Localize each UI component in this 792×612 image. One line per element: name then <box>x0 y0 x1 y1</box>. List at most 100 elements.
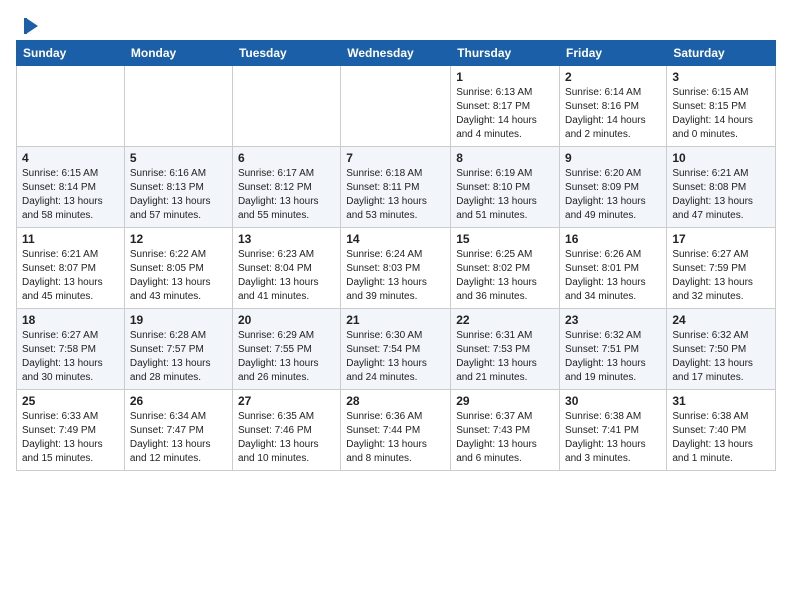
calendar-cell: 10Sunrise: 6:21 AM Sunset: 8:08 PM Dayli… <box>667 147 776 228</box>
day-info: Sunrise: 6:30 AM Sunset: 7:54 PM Dayligh… <box>346 329 445 385</box>
day-info: Sunrise: 6:18 AM Sunset: 8:11 PM Dayligh… <box>346 167 445 223</box>
day-number: 23 <box>565 313 661 327</box>
day-number: 17 <box>672 232 770 246</box>
col-header-thursday: Thursday <box>451 41 560 66</box>
day-info: Sunrise: 6:32 AM Sunset: 7:50 PM Dayligh… <box>672 329 770 385</box>
day-number: 27 <box>238 394 335 408</box>
day-info: Sunrise: 6:37 AM Sunset: 7:43 PM Dayligh… <box>456 410 554 466</box>
calendar-cell: 12Sunrise: 6:22 AM Sunset: 8:05 PM Dayli… <box>124 228 232 309</box>
day-info: Sunrise: 6:13 AM Sunset: 8:17 PM Dayligh… <box>456 86 554 142</box>
calendar-week-row: 25 Sunrise: 6:33 AM Sunset: 7:49 PM Dayli… <box>17 390 776 471</box>
day-info: Sunrise: 6:14 AM Sunset: 8:16 PM Dayligh… <box>565 86 661 142</box>
day-number: 8 <box>456 151 554 165</box>
day-info: Sunrise: 6:19 AM Sunset: 8:10 PM Dayligh… <box>456 167 554 223</box>
day-number: 2 <box>565 70 661 84</box>
calendar-cell: 27 Sunrise: 6:35 AM Sunset: 7:46 PM Dayli… <box>232 390 340 471</box>
calendar-cell: 4 Sunrise: 6:15 AM Sunset: 8:14 PM Daylig… <box>17 147 125 228</box>
calendar-cell: 13 Sunrise: 6:23 AM Sunset: 8:04 PM Dayli… <box>232 228 340 309</box>
calendar-cell: 30 Sunrise: 6:38 AM Sunset: 7:41 PM Dayli… <box>560 390 667 471</box>
page-header <box>16 16 776 32</box>
day-number: 26 <box>130 394 227 408</box>
day-info: Sunrise: 6:26 AM Sunset: 8:01 PM Dayligh… <box>565 248 661 304</box>
calendar-cell <box>232 66 340 147</box>
day-info: Sunrise: 6:38 AM Sunset: 7:41 PM Dayligh… <box>565 410 661 466</box>
day-number: 25 <box>22 394 119 408</box>
day-number: 3 <box>672 70 770 84</box>
day-info: Sunrise: 6:29 AM Sunset: 7:55 PM Dayligh… <box>238 329 335 385</box>
day-number: 11 <box>22 232 119 246</box>
day-info: Sunrise: 6:24 AM Sunset: 8:03 PM Dayligh… <box>346 248 445 304</box>
day-number: 4 <box>22 151 119 165</box>
day-info: Sunrise: 6:15 AM Sunset: 8:14 PM Dayligh… <box>22 167 119 223</box>
calendar-cell: 31 Sunrise: 6:38 AM Sunset: 7:40 PM Dayli… <box>667 390 776 471</box>
day-number: 15 <box>456 232 554 246</box>
calendar-table: SundayMondayTuesdayWednesdayThursdayFrid… <box>16 40 776 471</box>
calendar-week-row: 1Sunrise: 6:13 AM Sunset: 8:17 PM Daylig… <box>17 66 776 147</box>
day-number: 28 <box>346 394 445 408</box>
calendar-cell <box>124 66 232 147</box>
day-info: Sunrise: 6:32 AM Sunset: 7:51 PM Dayligh… <box>565 329 661 385</box>
calendar-cell: 11 Sunrise: 6:21 AM Sunset: 8:07 PM Dayli… <box>17 228 125 309</box>
col-header-friday: Friday <box>560 41 667 66</box>
day-info: Sunrise: 6:21 AM Sunset: 8:07 PM Dayligh… <box>22 248 119 304</box>
col-header-sunday: Sunday <box>17 41 125 66</box>
calendar-cell: 3 Sunrise: 6:15 AM Sunset: 8:15 PM Daylig… <box>667 66 776 147</box>
calendar-cell: 6 Sunrise: 6:17 AM Sunset: 8:12 PM Daylig… <box>232 147 340 228</box>
calendar-cell: 25 Sunrise: 6:33 AM Sunset: 7:49 PM Dayli… <box>17 390 125 471</box>
day-number: 29 <box>456 394 554 408</box>
day-info: Sunrise: 6:33 AM Sunset: 7:49 PM Dayligh… <box>22 410 119 466</box>
day-number: 7 <box>346 151 445 165</box>
day-info: Sunrise: 6:34 AM Sunset: 7:47 PM Dayligh… <box>130 410 227 466</box>
calendar-week-row: 4 Sunrise: 6:15 AM Sunset: 8:14 PM Daylig… <box>17 147 776 228</box>
day-number: 21 <box>346 313 445 327</box>
col-header-monday: Monday <box>124 41 232 66</box>
calendar-cell: 2 Sunrise: 6:14 AM Sunset: 8:16 PM Daylig… <box>560 66 667 147</box>
day-info: Sunrise: 6:38 AM Sunset: 7:40 PM Dayligh… <box>672 410 770 466</box>
day-number: 19 <box>130 313 227 327</box>
day-info: Sunrise: 6:17 AM Sunset: 8:12 PM Dayligh… <box>238 167 335 223</box>
day-info: Sunrise: 6:15 AM Sunset: 8:15 PM Dayligh… <box>672 86 770 142</box>
calendar-week-row: 18Sunrise: 6:27 AM Sunset: 7:58 PM Dayli… <box>17 309 776 390</box>
calendar-cell: 1Sunrise: 6:13 AM Sunset: 8:17 PM Daylig… <box>451 66 560 147</box>
day-info: Sunrise: 6:27 AM Sunset: 7:59 PM Dayligh… <box>672 248 770 304</box>
day-number: 24 <box>672 313 770 327</box>
day-number: 22 <box>456 313 554 327</box>
day-info: Sunrise: 6:25 AM Sunset: 8:02 PM Dayligh… <box>456 248 554 304</box>
day-number: 5 <box>130 151 227 165</box>
calendar-cell: 9Sunrise: 6:20 AM Sunset: 8:09 PM Daylig… <box>560 147 667 228</box>
col-header-tuesday: Tuesday <box>232 41 340 66</box>
logo-icon <box>18 16 40 36</box>
calendar-cell: 23 Sunrise: 6:32 AM Sunset: 7:51 PM Dayli… <box>560 309 667 390</box>
col-header-saturday: Saturday <box>667 41 776 66</box>
calendar-cell <box>341 66 451 147</box>
calendar-cell: 26 Sunrise: 6:34 AM Sunset: 7:47 PM Dayli… <box>124 390 232 471</box>
calendar-cell: 14 Sunrise: 6:24 AM Sunset: 8:03 PM Dayli… <box>341 228 451 309</box>
calendar-cell: 21 Sunrise: 6:30 AM Sunset: 7:54 PM Dayli… <box>341 309 451 390</box>
calendar-cell: 29 Sunrise: 6:37 AM Sunset: 7:43 PM Dayli… <box>451 390 560 471</box>
calendar-cell: 8 Sunrise: 6:19 AM Sunset: 8:10 PM Daylig… <box>451 147 560 228</box>
day-number: 16 <box>565 232 661 246</box>
day-number: 31 <box>672 394 770 408</box>
day-number: 20 <box>238 313 335 327</box>
col-header-wednesday: Wednesday <box>341 41 451 66</box>
day-info: Sunrise: 6:28 AM Sunset: 7:57 PM Dayligh… <box>130 329 227 385</box>
day-number: 30 <box>565 394 661 408</box>
day-info: Sunrise: 6:16 AM Sunset: 8:13 PM Dayligh… <box>130 167 227 223</box>
day-number: 9 <box>565 151 661 165</box>
calendar-cell: 20 Sunrise: 6:29 AM Sunset: 7:55 PM Dayli… <box>232 309 340 390</box>
calendar-cell: 17 Sunrise: 6:27 AM Sunset: 7:59 PM Dayli… <box>667 228 776 309</box>
day-info: Sunrise: 6:31 AM Sunset: 7:53 PM Dayligh… <box>456 329 554 385</box>
day-number: 14 <box>346 232 445 246</box>
day-number: 10 <box>672 151 770 165</box>
calendar-header-row: SundayMondayTuesdayWednesdayThursdayFrid… <box>17 41 776 66</box>
logo <box>16 16 40 32</box>
day-info: Sunrise: 6:35 AM Sunset: 7:46 PM Dayligh… <box>238 410 335 466</box>
day-number: 6 <box>238 151 335 165</box>
calendar-cell: 16 Sunrise: 6:26 AM Sunset: 8:01 PM Dayli… <box>560 228 667 309</box>
day-number: 13 <box>238 232 335 246</box>
calendar-cell: 18Sunrise: 6:27 AM Sunset: 7:58 PM Dayli… <box>17 309 125 390</box>
day-number: 12 <box>130 232 227 246</box>
calendar-cell: 28Sunrise: 6:36 AM Sunset: 7:44 PM Dayli… <box>341 390 451 471</box>
day-info: Sunrise: 6:23 AM Sunset: 8:04 PM Dayligh… <box>238 248 335 304</box>
calendar-cell: 22 Sunrise: 6:31 AM Sunset: 7:53 PM Dayli… <box>451 309 560 390</box>
